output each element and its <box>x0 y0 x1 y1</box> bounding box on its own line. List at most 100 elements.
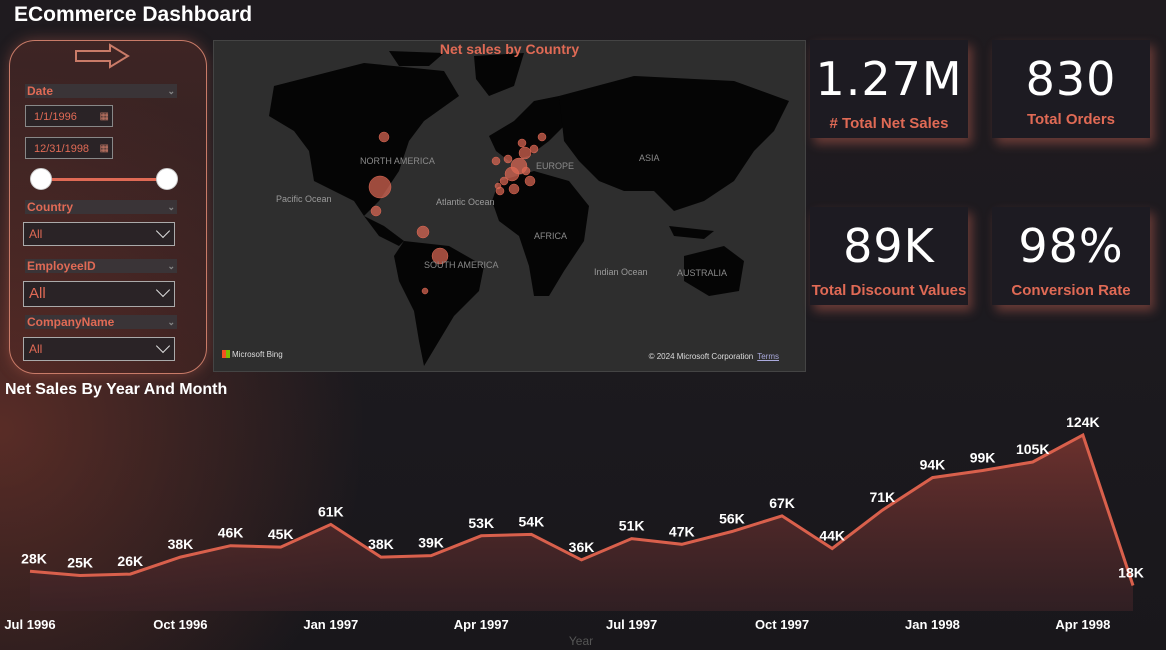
data-label: 67K <box>769 495 795 511</box>
data-label: 47K <box>669 523 695 539</box>
terms-link[interactable]: Terms <box>757 352 779 361</box>
kpi-label: Total Orders <box>1026 111 1116 128</box>
label-atlantic-ocean: Atlantic Ocean <box>436 197 495 207</box>
kpi-value: 830 <box>1025 52 1117 106</box>
date-range-slider[interactable] <box>40 178 166 181</box>
kpi-total-discount: 89K Total Discount Values <box>810 207 968 305</box>
data-label: 44K <box>819 528 845 544</box>
dashboard-title: ECommerce Dashboard <box>14 3 253 26</box>
data-label: 39K <box>418 535 444 551</box>
x-tick-label: Jul 1997 <box>606 617 657 632</box>
data-label: 18K <box>1118 564 1144 580</box>
data-label: 94K <box>920 457 946 473</box>
slider-end-handle[interactable] <box>156 168 178 190</box>
chevron-down-icon[interactable]: ⌄ <box>167 200 175 214</box>
chevron-down-icon[interactable]: ⌄ <box>167 259 175 273</box>
bing-attribution: Microsoft Bing <box>222 350 283 359</box>
bubble-uk <box>499 176 509 186</box>
kpi-conversion-rate: 98% Conversion Rate <box>992 207 1150 305</box>
microsoft-logo-icon <box>222 350 230 358</box>
data-label: 38K <box>368 536 394 552</box>
chevron-down-icon <box>155 338 171 354</box>
bubble-mexico <box>370 205 382 217</box>
bubble-argentina <box>421 287 429 295</box>
data-label: 56K <box>719 511 745 527</box>
bubble-finland <box>529 144 539 154</box>
kpi-total-net-sales: 1.27M # Total Net Sales <box>810 40 968 138</box>
x-tick-label: Jan 1998 <box>905 617 960 632</box>
end-date-input[interactable]: 12/31/1998 ▦ <box>25 137 113 159</box>
kpi-value: 98% <box>1018 219 1124 273</box>
date-filter-label: Date ⌄ <box>25 84 177 98</box>
bubble-norway <box>537 132 547 142</box>
start-date-input[interactable]: 1/1/1996 ▦ <box>25 105 113 127</box>
chevron-down-icon[interactable]: ⌄ <box>167 315 175 329</box>
calendar-icon[interactable]: ▦ <box>100 106 109 128</box>
label-asia: ASIA <box>639 153 660 163</box>
data-label: 53K <box>468 515 494 531</box>
slider-start-handle[interactable] <box>30 168 52 190</box>
bubble-denmark <box>518 146 532 160</box>
chevron-down-icon <box>155 282 171 298</box>
bubble-austria <box>521 166 531 176</box>
x-tick-label: Oct 1996 <box>153 617 207 632</box>
kpi-value: 89K <box>843 219 935 273</box>
bubble-usa <box>368 175 392 199</box>
calendar-icon[interactable]: ▦ <box>100 138 109 160</box>
data-label: 61K <box>318 503 344 519</box>
data-label: 51K <box>619 518 645 534</box>
x-tick-label: Apr 1997 <box>454 617 509 632</box>
label-north-america: NORTH AMERICA <box>360 156 435 166</box>
arrow-right-icon[interactable] <box>74 43 130 69</box>
x-tick-label: Oct 1997 <box>755 617 809 632</box>
bubble-sweden <box>517 138 527 148</box>
kpi-value: 1.27M <box>815 52 963 106</box>
chart-area-fill <box>30 435 1133 611</box>
label-australia: AUSTRALIA <box>677 268 728 278</box>
employee-filter-label: EmployeeID ⌄ <box>25 259 177 273</box>
data-label: 105K <box>1016 441 1049 457</box>
label-pacific-ocean: Pacific Ocean <box>276 194 332 204</box>
net-sales-line-chart[interactable]: 28K 25K 26K 38K 46K 45K 61K 38K 39K 53K 54K 36K 51K 4… <box>0 400 1166 650</box>
x-tick-label: Jul 1996 <box>4 617 55 632</box>
net-sales-map[interactable]: Net sales by Country NORTH AMERICA EUROP… <box>213 40 806 372</box>
country-select[interactable]: All <box>23 222 175 246</box>
company-filter-label: CompanyName ⌄ <box>25 315 177 329</box>
bubble-spain <box>508 183 520 195</box>
data-label: 28K <box>21 550 47 566</box>
employee-select[interactable]: All <box>23 281 175 307</box>
label-europe: EUROPE <box>536 161 575 171</box>
country-filter-label: Country ⌄ <box>25 200 177 214</box>
map-copyright: © 2024 Microsoft Corporation Terms <box>648 352 779 361</box>
bubble-italy <box>524 175 536 187</box>
data-label: 36K <box>569 539 595 555</box>
company-select[interactable]: All <box>23 337 175 361</box>
data-label: 124K <box>1066 414 1099 430</box>
chevron-down-icon <box>155 223 171 239</box>
kpi-label: # Total Net Sales <box>829 115 949 132</box>
bubble-ireland <box>491 156 501 166</box>
data-label: 38K <box>168 536 194 552</box>
data-label: 54K <box>519 513 545 529</box>
chart-title: Net Sales By Year And Month <box>5 381 228 398</box>
x-tick-label: Jan 1997 <box>303 617 358 632</box>
bubble-canada <box>378 131 390 143</box>
label-africa: AFRICA <box>534 231 568 241</box>
kpi-label: Total Discount Values <box>811 282 967 299</box>
world-map <box>269 51 789 366</box>
label-indian-ocean: Indian Ocean <box>594 267 648 277</box>
x-axis-title: Year <box>569 634 593 648</box>
kpi-label: Conversion Rate <box>1011 282 1131 299</box>
chevron-down-icon[interactable]: ⌄ <box>167 84 175 98</box>
bubble-venezuela <box>416 225 430 239</box>
map-title: Net sales by Country <box>439 41 580 57</box>
data-label: 46K <box>218 525 244 541</box>
data-label: 71K <box>869 489 895 505</box>
x-tick-label: Apr 1998 <box>1055 617 1110 632</box>
label-south-america: SOUTH AMERICA <box>424 260 499 270</box>
bubble-poland <box>494 182 502 190</box>
filter-panel: Date ⌄ 1/1/1996 ▦ 12/31/1998 ▦ Country ⌄ All… <box>9 40 207 374</box>
data-label: 26K <box>117 553 143 569</box>
data-label: 25K <box>67 555 93 571</box>
data-label: 45K <box>268 526 294 542</box>
